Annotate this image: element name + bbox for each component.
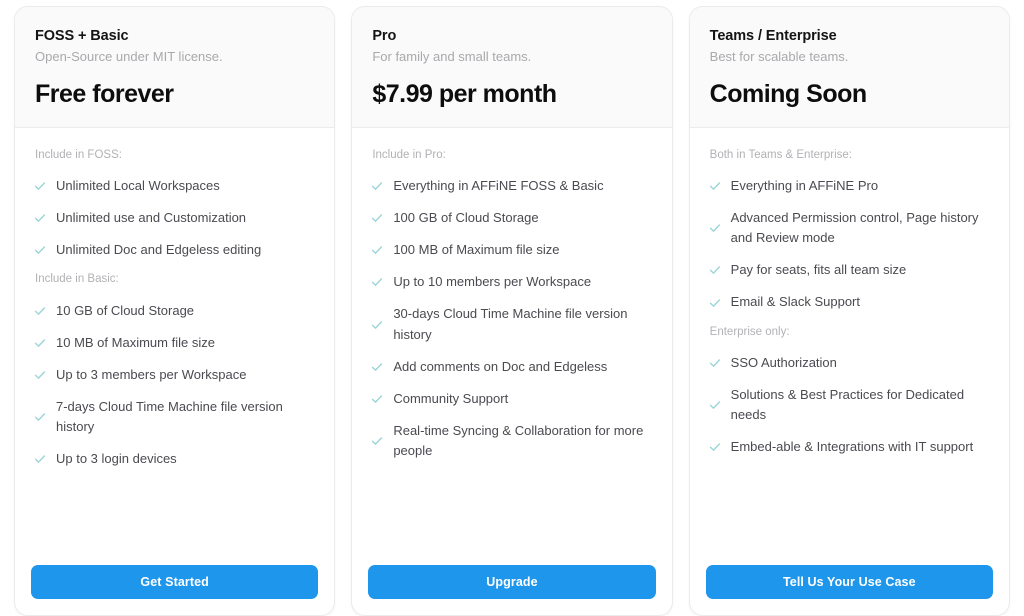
- feature-item: Everything in AFFiNE Pro: [708, 170, 991, 202]
- feature-item: Up to 10 members per Workspace: [370, 266, 653, 298]
- check-icon: [370, 360, 384, 374]
- feature-item: Pay for seats, fits all team size: [708, 254, 991, 286]
- feature-group-label: Include in Basic:: [35, 273, 119, 286]
- check-icon: [370, 318, 384, 332]
- feature-label: 100 GB of Cloud Storage: [393, 210, 539, 226]
- feature-label: Embed-able & Integrations with IT suppor…: [730, 439, 974, 455]
- feature-group-label: Include in Pro:: [372, 148, 446, 161]
- feature-label: 10 GB of Cloud Storage: [56, 302, 195, 318]
- check-icon: [708, 179, 722, 193]
- pricing-card-header: Pro For family and small teams. $7.99 per …: [352, 7, 672, 128]
- feature-label: Everything in AFFiNE Pro: [730, 177, 879, 193]
- check-icon: [370, 275, 384, 289]
- pricing-card-footer: Upgrade: [352, 555, 671, 615]
- check-icon: [33, 243, 47, 257]
- feature-item: 7-days Cloud Time Machine file version h…: [33, 391, 316, 443]
- feature-label: Unlimited Doc and Edgeless editing: [56, 242, 262, 258]
- feature-label: 30-days Cloud Time Machine file version …: [393, 306, 628, 342]
- feature-item: Up to 3 login devices: [33, 443, 316, 475]
- check-icon: [708, 398, 722, 412]
- plan-name: Teams / Enterprise: [709, 28, 837, 44]
- feature-label: 10 MB of Maximum file size: [56, 334, 215, 350]
- feature-label: Pay for seats, fits all team size: [730, 262, 907, 278]
- plan-tagline: Best for scalable teams.: [709, 49, 849, 65]
- pricing-card-footer: Tell Us Your Use Case: [690, 555, 1009, 615]
- check-icon: [370, 211, 384, 225]
- check-icon: [708, 296, 722, 310]
- feature-item: SSO Authorization: [708, 347, 991, 379]
- feature-label: Add comments on Doc and Edgeless: [393, 358, 608, 374]
- plan-feature-list: Both in Teams & Enterprise: Everything in…: [690, 128, 1009, 555]
- check-icon: [33, 304, 47, 318]
- feature-label: Up to 3 members per Workspace: [56, 366, 247, 382]
- feature-item: Community Support: [370, 383, 653, 415]
- feature-item: Add comments on Doc and Edgeless: [370, 351, 653, 383]
- plan-price: $7.99 per month: [372, 79, 557, 108]
- feature-label: Real-time Syncing & Collaboration for mo…: [393, 423, 644, 459]
- feature-item: 10 MB of Maximum file size: [33, 327, 316, 359]
- feature-group-label: Both in Teams & Enterprise:: [709, 148, 852, 161]
- pricing-card: Teams / Enterprise Best for scalable team…: [688, 6, 1010, 616]
- feature-item: Email & Slack Support: [708, 286, 991, 318]
- feature-label: Email & Slack Support: [730, 294, 860, 310]
- pricing-card-header: FOSS + Basic Open-Source under MIT licens…: [15, 7, 335, 128]
- check-icon: [33, 179, 47, 193]
- feature-item: 10 GB of Cloud Storage: [33, 295, 316, 327]
- plan-cta-button[interactable]: Get Started: [31, 565, 319, 599]
- check-icon: [370, 392, 384, 406]
- pricing-card-footer: Get Started: [15, 555, 334, 615]
- feature-label: Community Support: [393, 390, 509, 406]
- plan-name: FOSS + Basic: [35, 28, 129, 44]
- pricing-card-header: Teams / Enterprise Best for scalable team…: [689, 7, 1009, 128]
- feature-label: 100 MB of Maximum file size: [393, 242, 560, 258]
- feature-item: Real-time Syncing & Collaboration for mo…: [370, 415, 653, 467]
- pricing-card: FOSS + Basic Open-Source under MIT licens…: [14, 6, 336, 616]
- plan-tagline: Open-Source under MIT license.: [35, 49, 223, 65]
- check-icon: [370, 179, 384, 193]
- feature-label: Up to 3 login devices: [56, 451, 177, 467]
- plan-tagline: For family and small teams.: [372, 49, 532, 65]
- feature-item: Up to 3 members per Workspace: [33, 359, 316, 391]
- feature-item: 100 GB of Cloud Storage: [370, 202, 653, 234]
- feature-item: Embed-able & Integrations with IT suppor…: [708, 431, 991, 463]
- check-icon: [708, 221, 722, 235]
- check-icon: [33, 410, 47, 424]
- feature-group-label: Include in FOSS:: [35, 148, 122, 161]
- plan-price: Coming Soon: [709, 79, 867, 108]
- check-icon: [708, 356, 722, 370]
- check-icon: [33, 368, 47, 382]
- feature-item: Unlimited use and Customization: [33, 202, 316, 234]
- check-icon: [370, 243, 384, 257]
- feature-label: 7-days Cloud Time Machine file version h…: [56, 398, 283, 435]
- pricing-card: Pro For family and small teams. $7.99 per …: [351, 6, 673, 616]
- plan-cta-button[interactable]: Upgrade: [368, 565, 656, 599]
- check-icon: [708, 263, 722, 277]
- feature-label: Up to 10 members per Workspace: [393, 274, 592, 290]
- feature-item: Unlimited Local Workspaces: [33, 170, 316, 202]
- feature-item: Unlimited Doc and Edgeless editing: [33, 234, 316, 266]
- plan-feature-list: Include in FOSS: Unlimited Local Workspac…: [15, 128, 334, 555]
- check-icon: [708, 440, 722, 454]
- plan-cta-button[interactable]: Tell Us Your Use Case: [705, 565, 993, 599]
- check-icon: [33, 452, 47, 466]
- plan-name: Pro: [372, 28, 397, 44]
- feature-item: Advanced Permission control, Page histor…: [708, 202, 991, 254]
- feature-label: Advanced Permission control, Page histor…: [730, 210, 979, 246]
- feature-item: 100 MB of Maximum file size: [370, 234, 653, 266]
- pricing-plans-container: FOSS + Basic Open-Source under MIT licens…: [0, 0, 1024, 616]
- feature-label: SSO Authorization: [730, 354, 837, 370]
- plan-feature-list: Include in Pro: Everything in AFFiNE FOSS…: [352, 128, 671, 555]
- feature-group-label: Enterprise only:: [709, 325, 790, 338]
- feature-label: Unlimited use and Customization: [56, 210, 247, 226]
- check-icon: [33, 336, 47, 350]
- feature-label: Unlimited Local Workspaces: [56, 177, 220, 193]
- check-icon: [370, 434, 384, 448]
- feature-item: 30-days Cloud Time Machine file version …: [370, 298, 653, 350]
- feature-label: Everything in AFFiNE FOSS & Basic: [393, 177, 604, 193]
- feature-item: Solutions & Best Practices for Dedicated…: [708, 379, 991, 431]
- feature-label: Solutions & Best Practices for Dedicated…: [730, 386, 965, 423]
- check-icon: [33, 211, 47, 225]
- plan-price: Free forever: [35, 79, 174, 108]
- feature-item: Everything in AFFiNE FOSS & Basic: [370, 170, 653, 202]
